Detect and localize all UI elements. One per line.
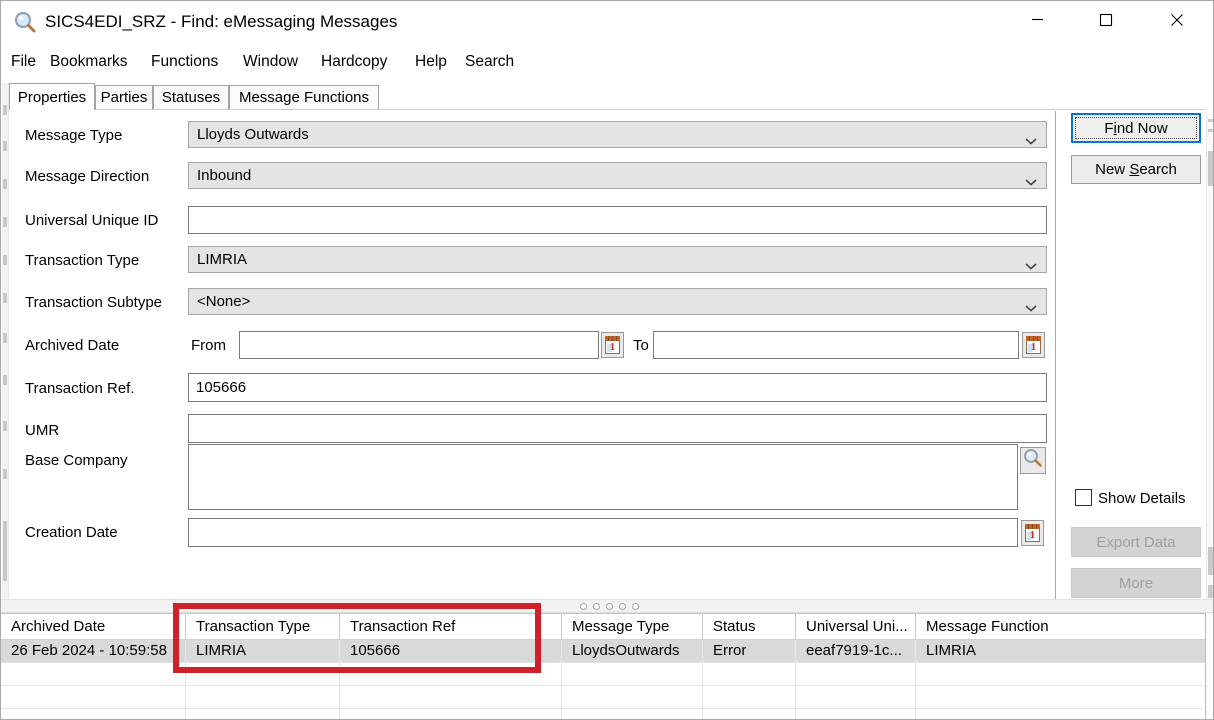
base-company-label: Base Company <box>25 452 128 469</box>
creation-date-label: Creation Date <box>25 524 118 541</box>
table-empty-row <box>1 663 1205 686</box>
base-company-input[interactable] <box>188 444 1018 510</box>
transaction-type-value: LIMRIA <box>197 251 247 268</box>
umr-label: UMR <box>25 422 59 439</box>
table-header-row: Archived Date Transaction Type Transacti… <box>1 614 1205 640</box>
menu-item-search[interactable]: Search <box>465 53 514 71</box>
splitter-bar[interactable] <box>1 599 1213 613</box>
message-type-value: Lloyds Outwards <box>197 126 309 143</box>
panel-divider <box>1055 111 1056 599</box>
archived-date-to-label: To <box>633 337 649 354</box>
transaction-ref-input[interactable] <box>188 373 1047 402</box>
results-table: Archived Date Transaction Type Transacti… <box>1 613 1205 720</box>
message-direction-combo[interactable]: Inbound <box>188 162 1047 189</box>
cell-transaction-ref: 105666 <box>340 640 562 662</box>
menu-bar: File Bookmarks Functions Window Hardcopy… <box>1 43 1213 81</box>
find-now-button[interactable]: Find Now <box>1071 113 1201 143</box>
chevron-down-icon <box>1025 257 1037 274</box>
menu-item-hardcopy[interactable]: Hardcopy <box>321 53 387 71</box>
table-empty-row <box>1 686 1205 709</box>
column-header-universal-unique[interactable]: Universal Uni... <box>796 614 916 639</box>
more-button[interactable]: More <box>1071 568 1201 598</box>
menu-item-help[interactable]: Help <box>415 53 447 71</box>
message-type-combo[interactable]: Lloyds Outwards <box>188 121 1047 148</box>
cell-message-type: LloydsOutwards <box>562 640 703 662</box>
left-edge-strip <box>2 83 9 613</box>
column-header-status[interactable]: Status <box>703 614 796 639</box>
archived-date-from-label: From <box>191 337 226 354</box>
transaction-subtype-value: <None> <box>197 293 250 310</box>
menu-item-window[interactable]: Window <box>243 53 298 71</box>
minimize-icon <box>1031 13 1044 31</box>
umr-input[interactable] <box>188 414 1047 443</box>
transaction-type-label: Transaction Type <box>25 252 139 269</box>
export-data-button[interactable]: Export Data <box>1071 527 1201 557</box>
table-vertical-scrollbar[interactable] <box>1205 613 1214 720</box>
column-header-message-function[interactable]: Message Function <box>916 614 1205 639</box>
message-type-label: Message Type <box>25 127 122 144</box>
title-bar: SICS4EDI_SRZ - Find: eMessaging Messages <box>1 1 1213 43</box>
window-title: SICS4EDI_SRZ - Find: eMessaging Messages <box>45 12 397 32</box>
menu-item-bookmarks[interactable]: Bookmarks <box>50 53 128 71</box>
column-header-archived-date[interactable]: Archived Date <box>1 614 186 639</box>
app-window: SICS4EDI_SRZ - Find: eMessaging Messages… <box>0 0 1214 720</box>
message-direction-value: Inbound <box>197 167 251 184</box>
cell-universal-unique: eeaf7919-1c... <box>796 640 916 662</box>
tab-parties[interactable]: Parties <box>95 85 153 109</box>
chevron-down-icon <box>1025 132 1037 149</box>
cell-status: Error <box>703 640 796 662</box>
calendar-icon: 1 <box>1025 524 1040 542</box>
transaction-subtype-combo[interactable]: <None> <box>188 288 1047 315</box>
archived-date-to-input[interactable] <box>653 331 1019 359</box>
right-scrollbar[interactable] <box>1206 113 1214 599</box>
table-row[interactable]: 26 Feb 2024 - 10:59:58 LIMRIA 105666 Llo… <box>1 640 1205 663</box>
universal-unique-id-input[interactable] <box>188 206 1047 234</box>
cell-archived-date: 26 Feb 2024 - 10:59:58 <box>1 640 186 662</box>
calendar-icon: 1 <box>1026 336 1041 354</box>
close-button[interactable] <box>1149 1 1205 43</box>
magnifier-icon <box>1023 448 1043 473</box>
tab-message-functions[interactable]: Message Functions <box>229 85 379 109</box>
tab-baseline <box>9 109 1205 110</box>
table-empty-row <box>1 709 1205 720</box>
archived-date-to-picker-button[interactable]: 1 <box>1022 332 1045 358</box>
archived-date-from-picker-button[interactable]: 1 <box>601 332 624 358</box>
menu-item-file[interactable]: File <box>11 53 36 71</box>
maximize-icon <box>1099 13 1113 32</box>
column-header-transaction-ref[interactable]: Transaction Ref <box>340 614 562 639</box>
show-details-label: Show Details <box>1098 490 1186 507</box>
universal-unique-id-label: Universal Unique ID <box>25 212 158 229</box>
menu-item-functions[interactable]: Functions <box>151 53 218 71</box>
creation-date-input[interactable] <box>188 518 1018 547</box>
creation-date-picker-button[interactable]: 1 <box>1021 520 1044 546</box>
base-company-lookup-button[interactable] <box>1020 447 1046 474</box>
tab-properties[interactable]: Properties <box>9 83 95 110</box>
tab-statuses[interactable]: Statuses <box>153 85 229 109</box>
column-header-message-type[interactable]: Message Type <box>562 614 703 639</box>
cell-message-function: LIMRIA <box>916 640 1205 662</box>
message-direction-label: Message Direction <box>25 168 149 185</box>
chevron-down-icon <box>1025 173 1037 190</box>
splitter-grip <box>580 603 639 610</box>
chevron-down-icon <box>1025 299 1037 316</box>
column-header-transaction-type[interactable]: Transaction Type <box>186 614 340 639</box>
minimize-button[interactable] <box>1009 1 1065 43</box>
archived-date-label: Archived Date <box>25 337 119 354</box>
maximize-button[interactable] <box>1078 1 1134 43</box>
transaction-subtype-label: Transaction Subtype <box>25 294 162 311</box>
archived-date-from-input[interactable] <box>239 331 599 359</box>
calendar-icon: 1 <box>605 336 620 354</box>
close-icon <box>1170 13 1184 32</box>
cell-transaction-type: LIMRIA <box>186 640 340 662</box>
transaction-ref-label: Transaction Ref. <box>25 380 135 397</box>
show-details-checkbox[interactable] <box>1075 489 1092 506</box>
magnifier-icon <box>13 10 37 34</box>
new-search-button[interactable]: New Search <box>1071 155 1201 184</box>
transaction-type-combo[interactable]: LIMRIA <box>188 246 1047 273</box>
